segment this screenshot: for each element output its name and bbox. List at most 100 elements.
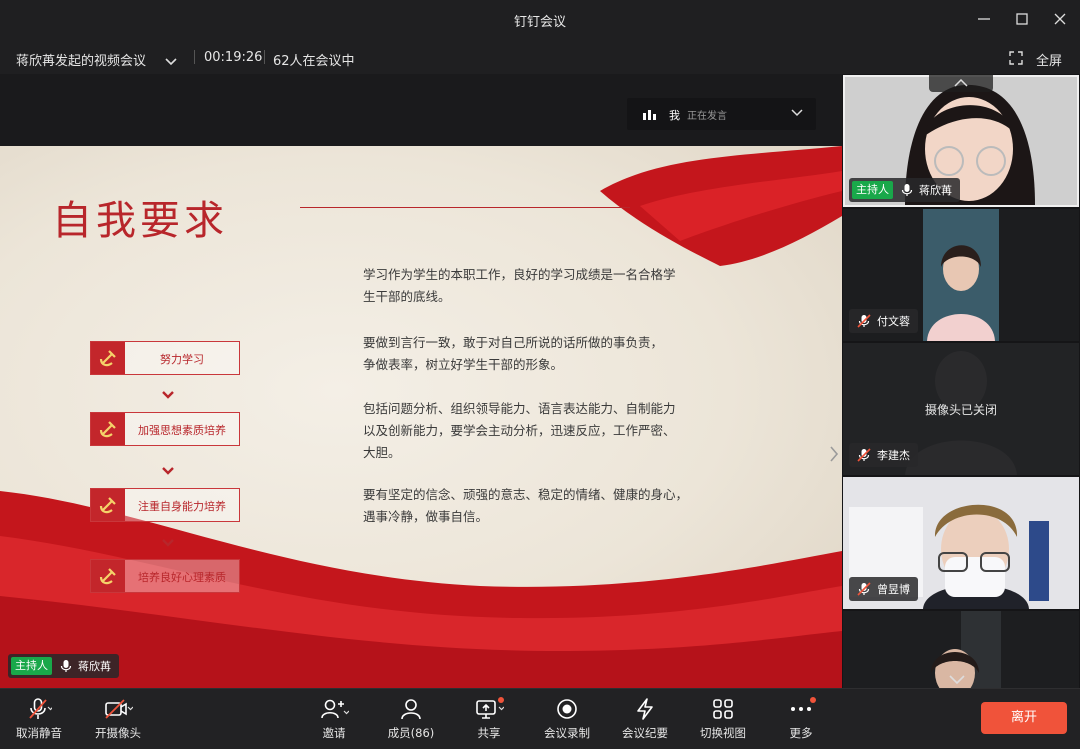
microphone-muted-icon [857, 314, 871, 328]
maximize-button[interactable] [1010, 8, 1034, 30]
paragraph-line: 争做表率，树立好学生干部的形象。 [363, 357, 564, 372]
notification-dot [498, 697, 504, 703]
lightning-icon [610, 697, 680, 721]
speaking-indicator[interactable]: 我 正在发言 [627, 98, 816, 130]
more-icon [766, 697, 836, 721]
slide-title: 自我要求 [52, 198, 228, 244]
members-label: 成员(86) [387, 726, 435, 740]
window-title: 钉钉会议 [513, 15, 566, 30]
divider [264, 50, 265, 64]
paragraph-line: 包括问题分析、组织领导能力、语言表达能力、自制能力 [363, 401, 676, 416]
camera-off-label: 摄像头已关闭 [924, 403, 997, 417]
chevron-down-icon[interactable] [791, 109, 803, 117]
slide-paragraph: 学习作为学生的本职工作，良好的学习成绩是一名合格学 生干部的底线。 [363, 264, 733, 308]
step-label: 注重自身能力培养 [138, 500, 226, 513]
camera-off-icon [83, 697, 153, 721]
microphone-muted-icon [857, 448, 871, 462]
share-label: 共享 [477, 726, 501, 740]
switch-view-label: 切换视图 [700, 726, 746, 740]
grid-view-icon [688, 697, 758, 721]
invite-button[interactable]: 邀请 [299, 697, 369, 745]
step-box: 培养良好心理素质 [90, 559, 240, 593]
microphone-muted-icon [857, 582, 871, 596]
stage-nametag: 主持人 蒋欣苒 [8, 654, 119, 678]
slide-paragraph: 要做到言行一致，敢于对自己所说的话所做的事负责， 争做表率，树立好学生干部的形象… [363, 332, 733, 376]
meeting-toolbar: 取消静音 开摄像头 邀请 成员(86) 共享 会议录制 会议纪要 切换视图 更多… [0, 688, 1080, 749]
chevron-down-icon[interactable] [164, 52, 178, 71]
record-button[interactable]: 会议录制 [532, 697, 602, 745]
participant-name: 蒋欣苒 [919, 184, 952, 197]
main-stage: 自我要求 努力学习 加强思想素质培养 注重自身能力培养 培养良好心理素质 学习作… [0, 74, 842, 689]
party-emblem-icon [91, 489, 125, 521]
chevron-down-icon [162, 467, 174, 475]
video-tile-host[interactable]: 主持人 蒋欣苒 [843, 75, 1079, 207]
chevron-down-icon [162, 539, 174, 547]
participant-nametag: 付文蓉 [849, 309, 918, 333]
share-button[interactable]: 共享 [454, 697, 524, 745]
minimize-button[interactable] [972, 8, 996, 30]
minutes-button[interactable]: 会议纪要 [610, 697, 680, 745]
paragraph-line: 大胆。 [363, 445, 401, 460]
speaker-name: 我 [669, 109, 680, 122]
divider [194, 50, 195, 64]
slide-paragraph: 包括问题分析、组织领导能力、语言表达能力、自制能力 以及创新能力，要学会主动分析… [363, 398, 733, 464]
paragraph-line: 遇事冷静，做事自信。 [363, 509, 489, 524]
meeting-info-bar: 蒋欣苒发起的视频会议 00:19:26 62人在会议中 全屏 [0, 38, 1080, 74]
share-screen-icon [454, 697, 524, 721]
switch-view-button[interactable]: 切换视图 [688, 697, 758, 745]
participant-name: 蒋欣苒 [78, 660, 111, 673]
chevron-down-icon [162, 391, 174, 399]
chevron-down-icon[interactable] [947, 671, 967, 688]
members-button[interactable]: 成员(86) [376, 697, 446, 745]
microphone-icon [901, 183, 913, 197]
paragraph-line: 以及创新能力，要学会主动分析，迅速反应，工作严密、 [363, 423, 676, 438]
fullscreen-button[interactable]: 全屏 [1036, 50, 1062, 69]
paragraph-line: 要有坚定的信念、顽强的意志、稳定的情绪、健康的身心， [363, 487, 689, 502]
title-rule [300, 207, 630, 208]
title-bar: 钉钉会议 [0, 0, 1080, 38]
step-label: 努力学习 [160, 353, 204, 366]
step-box: 努力学习 [90, 341, 240, 375]
more-button[interactable]: 更多 [766, 697, 836, 745]
unmute-button[interactable]: 取消静音 [4, 697, 74, 745]
chevron-up-icon [954, 79, 968, 87]
step-box: 注重自身能力培养 [90, 488, 240, 522]
notification-dot [810, 697, 816, 703]
minutes-label: 会议纪要 [622, 726, 668, 740]
paragraph-line: 生干部的底线。 [363, 289, 451, 304]
fullscreen-icon[interactable] [1009, 50, 1023, 69]
user-icon [376, 697, 446, 721]
participant-count: 62人在会议中 [273, 54, 355, 69]
paragraph-line: 要做到言行一致，敢于对自己所说的话所做的事负责， [363, 335, 664, 350]
paragraph-line: 学习作为学生的本职工作，良好的学习成绩是一名合格学 [363, 267, 676, 282]
record-label: 会议录制 [544, 726, 590, 740]
participant-nametag: 曾昱博 [849, 577, 918, 601]
camera-on-button[interactable]: 开摄像头 [83, 697, 153, 745]
unmute-label: 取消静音 [16, 726, 62, 740]
speaking-status: 正在发言 [687, 111, 727, 122]
participant-name: 曾昱博 [877, 583, 910, 596]
host-badge: 主持人 [11, 657, 52, 675]
next-page-arrow[interactable] [826, 424, 842, 484]
more-label: 更多 [789, 726, 813, 740]
participant-name: 李建杰 [877, 449, 910, 462]
step-label: 培养良好心理素质 [138, 571, 226, 584]
participant-name: 付文蓉 [877, 315, 910, 328]
party-emblem-icon [91, 342, 125, 374]
video-tile[interactable]: 付文蓉 [843, 209, 1079, 341]
invite-label: 邀请 [322, 726, 346, 740]
video-tile[interactable]: 摄像头已关闭 李建杰 [843, 343, 1079, 475]
meeting-duration: 00:19:26 [204, 50, 263, 65]
slide-paragraph: 要有坚定的信念、顽强的意志、稳定的情绪、健康的身心， 遇事冷静，做事自信。 [363, 484, 733, 528]
leave-button[interactable]: 离开 [981, 702, 1067, 734]
record-icon [532, 697, 602, 721]
step-box: 加强思想素质培养 [90, 412, 240, 446]
meeting-name[interactable]: 蒋欣苒发起的视频会议 [16, 50, 146, 69]
close-button[interactable] [1048, 8, 1072, 30]
shared-slide: 自我要求 努力学习 加强思想素质培养 注重自身能力培养 培养良好心理素质 学习作… [0, 146, 842, 689]
microphone-muted-icon [4, 697, 74, 721]
collapse-panel-button[interactable] [929, 74, 993, 92]
video-tile[interactable]: 曾昱博 [843, 477, 1079, 609]
participant-nametag: 李建杰 [849, 443, 918, 467]
video-tile[interactable] [843, 611, 1079, 688]
